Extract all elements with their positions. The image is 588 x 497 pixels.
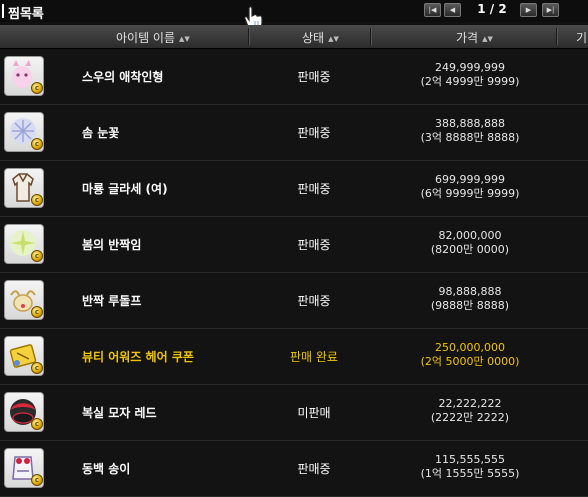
table-row[interactable]: c 스우의 애착인형 판매중 249,999,999 (2억 4999만 9999… — [0, 49, 588, 105]
prev-page-button[interactable]: ◀ — [444, 3, 461, 17]
item-name: 마룡 글라세 (여) — [82, 182, 168, 196]
item-status: 미판매 — [297, 406, 331, 420]
item-name: 복실 모자 레드 — [82, 406, 157, 420]
item-price: 22,222,222 (2222만 2222) — [430, 397, 510, 424]
title-bar: 찜목록 |◀ ◀ 1 / 2 ▶ ▶| — [0, 0, 588, 22]
column-divider — [248, 28, 250, 45]
coin-icon: c — [31, 194, 43, 206]
coin-icon: c — [31, 362, 43, 374]
item-status: 판매중 — [297, 126, 331, 140]
item-icon-box: c — [4, 112, 44, 152]
sort-icon: ▲▼ — [482, 35, 493, 43]
item-status: 판매중 — [297, 182, 331, 196]
item-icon-box: c — [4, 224, 44, 264]
item-price: 699,999,999 (6억 9999만 9999) — [420, 173, 520, 200]
item-status: 판매중 — [297, 238, 331, 252]
table-row[interactable]: c 복실 모자 레드 미판매 22,222,222 (2222만 2222) — [0, 385, 588, 441]
item-name: 봄의 반짝임 — [82, 238, 142, 252]
item-name: 스우의 애착인형 — [82, 70, 164, 84]
item-icon-box: c — [4, 448, 44, 488]
item-name: 솜 눈꽃 — [82, 126, 120, 140]
coin-icon: c — [31, 474, 43, 486]
column-header-extra[interactable]: 기 — [576, 29, 587, 46]
table-row[interactable]: c 동백 송이 판매중 115,555,555 (1억 1555만 5555) — [0, 441, 588, 497]
item-icon-box: c — [4, 280, 44, 320]
item-name: 반짝 루돌프 — [82, 294, 142, 308]
page-title: 찜목록 — [8, 7, 44, 22]
table-row[interactable]: c 반짝 루돌프 판매중 98,888,888 (9888만 8888) — [0, 273, 588, 329]
sort-icon: ▲▼ — [179, 35, 190, 43]
item-name: 동백 송이 — [82, 462, 131, 476]
pagination: |◀ ◀ 1 / 2 ▶ ▶| — [424, 2, 588, 19]
item-icon-box: c — [4, 392, 44, 432]
title-marker — [2, 4, 4, 18]
item-status: 판매중 — [297, 70, 331, 84]
item-price: 98,888,888 (9888만 8888) — [430, 285, 510, 312]
item-price: 250,000,000 (2억 5000만 0000) — [420, 341, 520, 368]
page-indicator: 1 / 2 — [477, 2, 507, 16]
table-row[interactable]: c 솜 눈꽃 판매중 388,888,888 (3억 8888만 8888) — [0, 105, 588, 161]
last-page-button[interactable]: ▶| — [542, 3, 559, 17]
item-icon-box: c — [4, 336, 44, 376]
table-header: 아이템 이름 ▲▼ 상태 ▲▼ 가격 ▲▼ 기 — [0, 25, 588, 49]
item-status: 판매중 — [297, 294, 331, 308]
item-icon-box: c — [4, 168, 44, 208]
table-row[interactable]: c 봄의 반짝임 판매중 82,000,000 (8200만 0000) — [0, 217, 588, 273]
item-icon-box: c — [4, 56, 44, 96]
item-price: 249,999,999 (2억 4999만 9999) — [420, 61, 520, 88]
column-header-price[interactable]: 가격 ▲▼ — [456, 29, 493, 46]
table-row[interactable]: c 뷰티 어워즈 헤어 쿠폰 판매 완료 250,000,000 (2억 5000… — [0, 329, 588, 385]
item-price: 82,000,000 (8200만 0000) — [430, 229, 510, 256]
item-price: 115,555,555 (1억 1555만 5555) — [420, 453, 520, 480]
sort-icon: ▲▼ — [328, 35, 339, 43]
coin-icon: c — [31, 306, 43, 318]
coin-icon: c — [31, 418, 43, 430]
column-header-status[interactable]: 상태 ▲▼ — [302, 29, 339, 46]
first-page-button[interactable]: |◀ — [424, 3, 441, 17]
item-status: 판매 완료 — [290, 350, 338, 364]
coin-icon: c — [31, 138, 43, 150]
coin-icon: c — [31, 250, 43, 262]
item-status: 판매중 — [297, 462, 331, 476]
column-divider — [370, 28, 372, 45]
table-row[interactable]: c 마룡 글라세 (여) 판매중 699,999,999 (6억 9999만 99… — [0, 161, 588, 217]
item-name: 뷰티 어워즈 헤어 쿠폰 — [82, 350, 194, 364]
item-price: 388,888,888 (3억 8888만 8888) — [420, 117, 520, 144]
column-divider — [556, 28, 558, 45]
column-header-name[interactable]: 아이템 이름 ▲▼ — [116, 29, 190, 46]
next-page-button[interactable]: ▶ — [520, 3, 537, 17]
coin-icon: c — [31, 82, 43, 94]
